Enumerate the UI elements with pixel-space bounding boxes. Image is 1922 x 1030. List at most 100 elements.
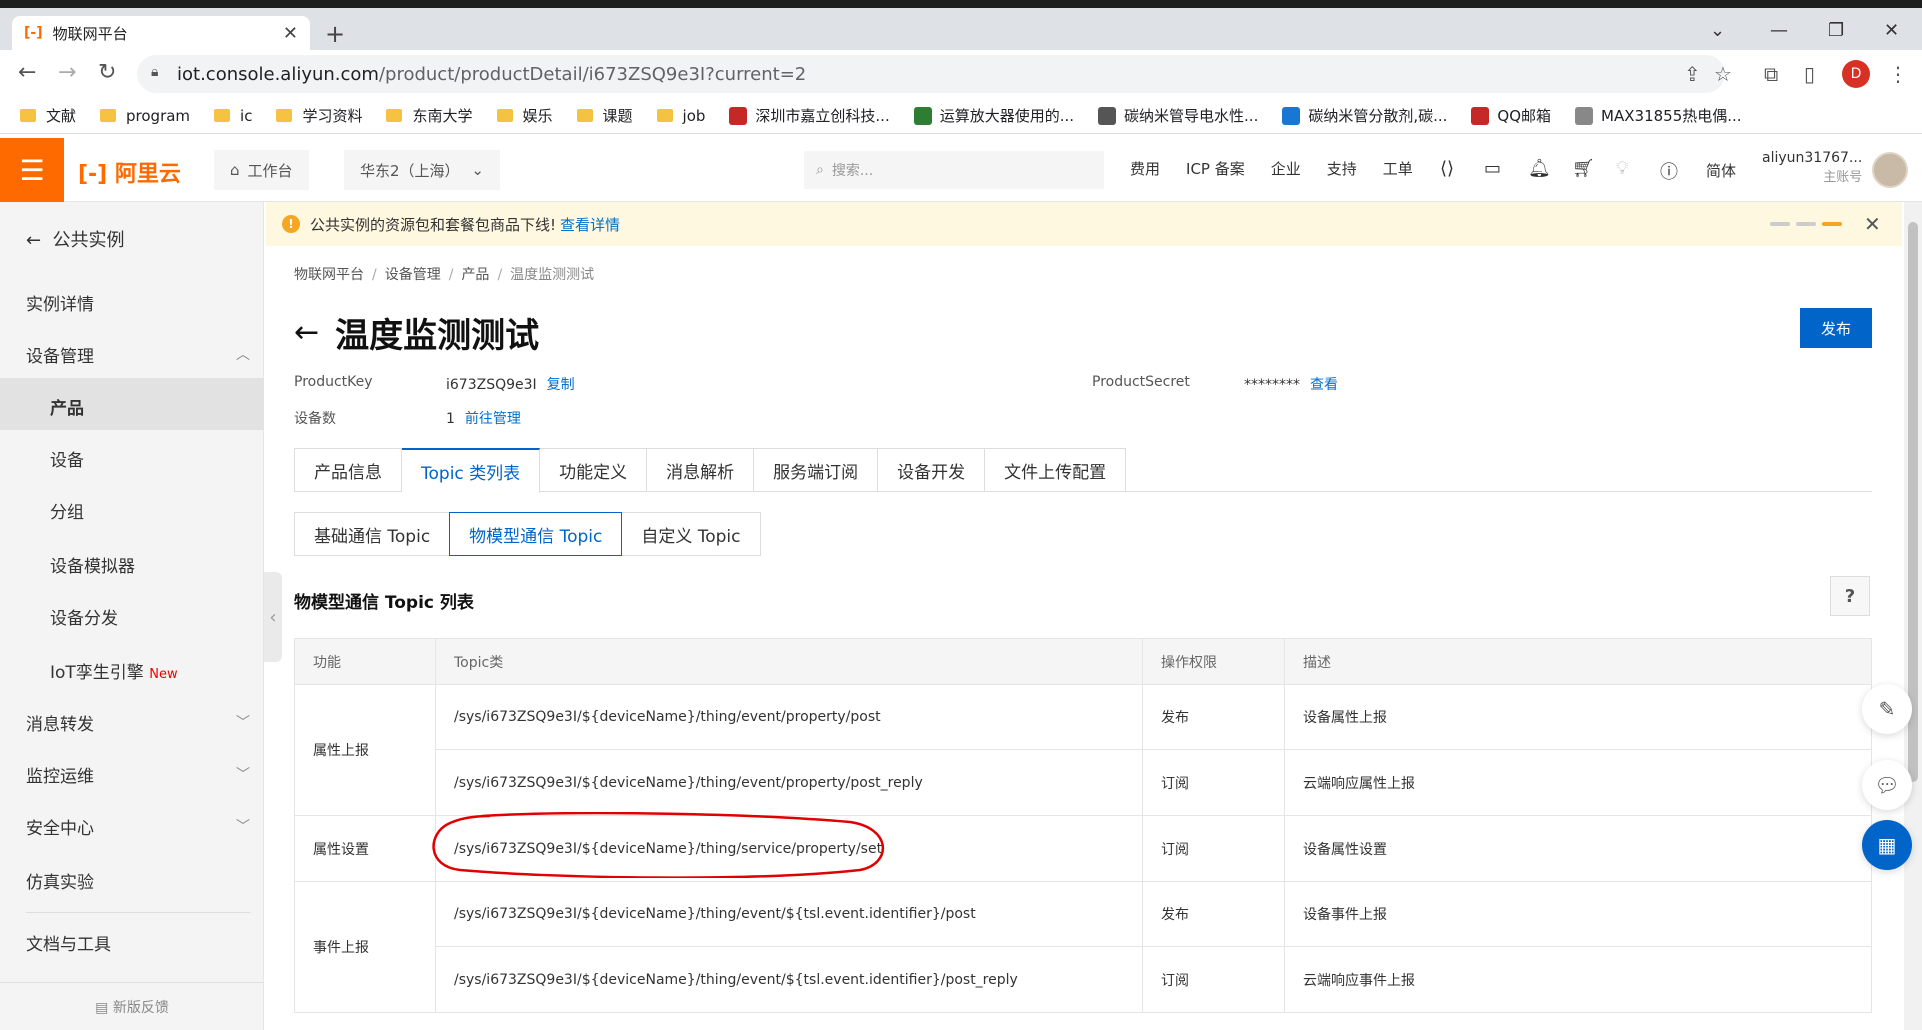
tab-6[interactable]: 文件上传配置 <box>985 449 1125 491</box>
window-close-icon[interactable]: ✕ <box>1884 20 1899 41</box>
arrow-left-icon[interactable]: ← <box>294 315 319 350</box>
sidebar-item-group[interactable]: 分组 <box>50 498 84 523</box>
sidebar-item-device-mgmt[interactable]: 设备管理 <box>26 342 94 367</box>
notice-link[interactable]: 查看详情 <box>560 214 620 235</box>
bookmark-item[interactable]: 娱乐 <box>496 105 553 126</box>
bookmark-star-icon[interactable]: ☆ <box>1714 62 1732 86</box>
browser-tab[interactable]: [-] 物联网平台 ✕ <box>12 16 310 50</box>
tab-0[interactable]: 产品信息 <box>295 449 402 491</box>
sidebar-item-monitor[interactable]: 监控运维 <box>26 762 94 787</box>
subtab-1[interactable]: 物模型通信 Topic <box>449 512 623 556</box>
subtab-0[interactable]: 基础通信 Topic <box>294 512 451 556</box>
sidebar-item-instance-detail[interactable]: 实例详情 <box>26 290 94 315</box>
bookmark-item[interactable]: 东南大学 <box>386 105 473 126</box>
goto-manage-link[interactable]: 前往管理 <box>465 411 521 427</box>
breadcrumb-item[interactable]: 设备管理 <box>385 267 441 283</box>
aliyun-logo[interactable]: [-] 阿里云 <box>78 156 181 188</box>
top-link[interactable]: 企业 <box>1271 158 1301 179</box>
bookmark-item[interactable]: 深圳市嘉立创科技... <box>729 105 890 126</box>
feedback-link[interactable]: ▤ 新版反馈 <box>0 982 264 1017</box>
group-label: 事件上报 <box>295 882 436 1012</box>
folder-icon <box>656 109 673 122</box>
forward-icon[interactable]: → <box>58 60 76 85</box>
bookmark-item[interactable]: MAX31855热电偶... <box>1575 105 1742 126</box>
terminal-icon[interactable]: ▭ <box>1484 158 1501 179</box>
tab-5[interactable]: 设备开发 <box>878 449 986 491</box>
help-icon[interactable]: ⓘ <box>1660 158 1678 184</box>
sidebar-item-docs[interactable]: 文档与工具 <box>26 930 111 955</box>
bookmark-item[interactable]: QQ邮箱 <box>1471 105 1551 126</box>
breadcrumb-item[interactable]: 物联网平台 <box>294 267 364 283</box>
warning-icon: ! <box>282 215 300 233</box>
menu-icon[interactable]: ☰ <box>0 138 64 202</box>
sidebar-item-sim[interactable]: 仿真实验 <box>26 868 94 893</box>
top-link[interactable]: ICP 备案 <box>1186 158 1245 179</box>
chat-icon[interactable]: 💬︎ <box>1862 760 1912 810</box>
bookmark-item[interactable]: 文献 <box>20 105 76 126</box>
user-account[interactable]: aliyun31767... 主账号 <box>1762 150 1862 185</box>
table-group: 事件上报/sys/i673ZSQ9e3I/${deviceName}/thing… <box>295 882 1871 1013</box>
extensions-icon[interactable]: ⧉ <box>1764 62 1778 86</box>
search-input[interactable]: ⌕ 搜索... <box>804 151 1104 189</box>
region-select[interactable]: 华东2（上海） ⌄ <box>344 150 500 190</box>
sidebar-item-security[interactable]: 安全中心 <box>26 814 94 839</box>
bell-icon[interactable]: 🔔︎ <box>1528 158 1551 179</box>
sidebar-item-msg-forward[interactable]: 消息转发 <box>26 710 94 735</box>
tab-1[interactable]: Topic 类列表 <box>402 448 541 493</box>
code-icon[interactable]: ⟨⟩ <box>1440 158 1454 179</box>
notice-close-icon[interactable]: ✕ <box>1864 212 1881 236</box>
sidebar-back[interactable]: ← 公共实例 <box>26 226 125 252</box>
sidebar-item-product[interactable]: 产品 <box>50 394 84 419</box>
close-tab-icon[interactable]: ✕ <box>283 23 298 44</box>
user-avatar[interactable] <box>1872 152 1908 188</box>
restore-icon[interactable]: ❐ <box>1828 20 1844 41</box>
sidebar-item-iot-twin[interactable]: IoT孪生引擎 New <box>50 658 178 683</box>
bookmark-item[interactable]: 课题 <box>576 105 633 126</box>
url-field[interactable]: 🔒︎ iot.console.aliyun.com/product/produc… <box>137 55 1725 93</box>
side-panel-icon[interactable]: ▯ <box>1804 62 1815 86</box>
language-toggle[interactable]: 简体 <box>1706 160 1736 181</box>
bookmark-item[interactable]: program <box>100 107 190 125</box>
profile-avatar[interactable]: D <box>1842 60 1870 88</box>
sidebar-item-simulator[interactable]: 设备模拟器 <box>50 552 135 577</box>
minimize-icon[interactable]: — <box>1770 20 1788 41</box>
breadcrumb-item[interactable]: 产品 <box>461 267 489 283</box>
bookmark-item[interactable]: 学习资料 <box>276 105 362 126</box>
bookmark-item[interactable]: job <box>656 107 705 125</box>
bookmark-item[interactable]: 运算放大器使用的... <box>913 105 1074 126</box>
share-icon[interactable]: ⇪ <box>1684 62 1701 86</box>
bookmark-item[interactable]: 碳纳米管导电水性... <box>1098 105 1258 126</box>
back-icon[interactable]: ← <box>18 60 36 85</box>
tab-search-icon[interactable]: ⌄ <box>1710 20 1725 41</box>
copy-link[interactable]: 复制 <box>547 377 575 393</box>
browser-menu-icon[interactable]: ⋮ <box>1888 62 1908 86</box>
logo-text: 阿里云 <box>114 162 181 187</box>
edit-icon[interactable]: ✎ <box>1862 684 1912 734</box>
table-row: /sys/i673ZSQ9e3I/${deviceName}/thing/eve… <box>436 750 1871 815</box>
sidebar-item-distribution[interactable]: 设备分发 <box>50 604 118 629</box>
sidebar-collapse-handle[interactable]: ‹ <box>264 572 282 662</box>
notice-pager[interactable] <box>1770 222 1848 226</box>
tab-4[interactable]: 服务端订阅 <box>754 449 879 491</box>
top-link[interactable]: 工单 <box>1383 158 1413 179</box>
tab-2[interactable]: 功能定义 <box>540 449 648 491</box>
sidebar-active-bg <box>0 378 264 430</box>
publish-button[interactable]: 发布 <box>1800 308 1872 348</box>
sidebar-item-device[interactable]: 设备 <box>50 446 84 471</box>
workspace-button[interactable]: ⌂ 工作台 <box>214 150 309 190</box>
top-link[interactable]: 支持 <box>1327 158 1357 179</box>
top-link[interactable]: 费用 <box>1130 158 1160 179</box>
bookmark-item[interactable]: ic <box>214 107 252 125</box>
view-secret-link[interactable]: 查看 <box>1310 377 1338 393</box>
page-scrollbar[interactable] <box>1904 202 1922 1030</box>
bookmark-item[interactable]: 碳纳米管分散剂,碳... <box>1282 105 1447 126</box>
reload-icon[interactable]: ↻ <box>98 60 116 85</box>
tab-3[interactable]: 消息解析 <box>647 449 755 491</box>
question-icon[interactable]: ? <box>1830 576 1870 616</box>
topic-cell: /sys/i673ZSQ9e3I/${deviceName}/thing/eve… <box>436 685 1143 749</box>
lightbulb-icon[interactable]: 💡︎ <box>1616 158 1629 179</box>
apps-icon[interactable]: ▦ <box>1862 820 1912 870</box>
new-tab-icon[interactable]: + <box>325 20 345 48</box>
cart-icon[interactable]: 🛒︎ <box>1572 158 1595 179</box>
subtab-2[interactable]: 自定义 Topic <box>621 512 761 556</box>
